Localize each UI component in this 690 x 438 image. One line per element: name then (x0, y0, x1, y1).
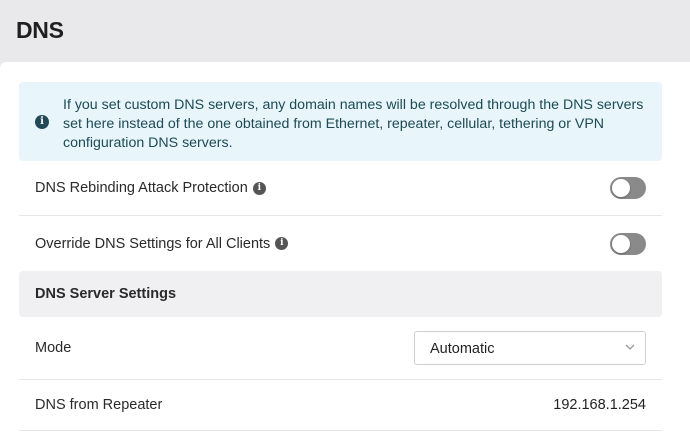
help-icon[interactable]: i (252, 181, 266, 195)
dns-settings-card: i If you set custom DNS servers, any dom… (0, 62, 690, 438)
info-banner: i If you set custom DNS servers, any dom… (19, 82, 662, 161)
rebinding-protection-toggle[interactable] (610, 177, 646, 199)
info-icon: i (35, 115, 49, 129)
toggle-knob (612, 234, 630, 253)
dns-server-settings-header: DNS Server Settings (19, 271, 662, 317)
info-text: If you set custom DNS servers, any domai… (63, 97, 644, 151)
help-icon[interactable]: i (275, 237, 289, 250)
repeater-dns-row: DNS from Repeater 192.168.1.254 (19, 380, 662, 431)
mode-select-value: Automatic (430, 341, 495, 357)
rebinding-protection-label: DNS Rebinding Attack Protection (35, 180, 248, 196)
rebinding-protection-row: DNS Rebinding Attack Protection i (19, 161, 662, 216)
page-title: DNS (16, 17, 64, 43)
override-dns-toggle[interactable] (610, 232, 646, 255)
repeater-dns-label: DNS from Repeater (35, 397, 163, 413)
repeater-dns-value: 192.168.1.254 (553, 397, 646, 413)
toggle-knob (612, 179, 630, 197)
override-dns-label-group: Override DNS Settings for All Clients i (35, 235, 289, 252)
override-dns-label: Override DNS Settings for All Clients (35, 235, 271, 252)
section-title: DNS Server Settings (35, 286, 177, 302)
chevron-down-icon (625, 344, 635, 350)
mode-row: Mode Automatic (19, 317, 662, 380)
page-header: DNS (0, 0, 690, 62)
mode-label: Mode (35, 340, 72, 356)
rebinding-protection-label-group: DNS Rebinding Attack Protection i (35, 180, 266, 196)
override-dns-row: Override DNS Settings for All Clients i (19, 216, 662, 271)
mode-select[interactable]: Automatic (414, 331, 646, 365)
